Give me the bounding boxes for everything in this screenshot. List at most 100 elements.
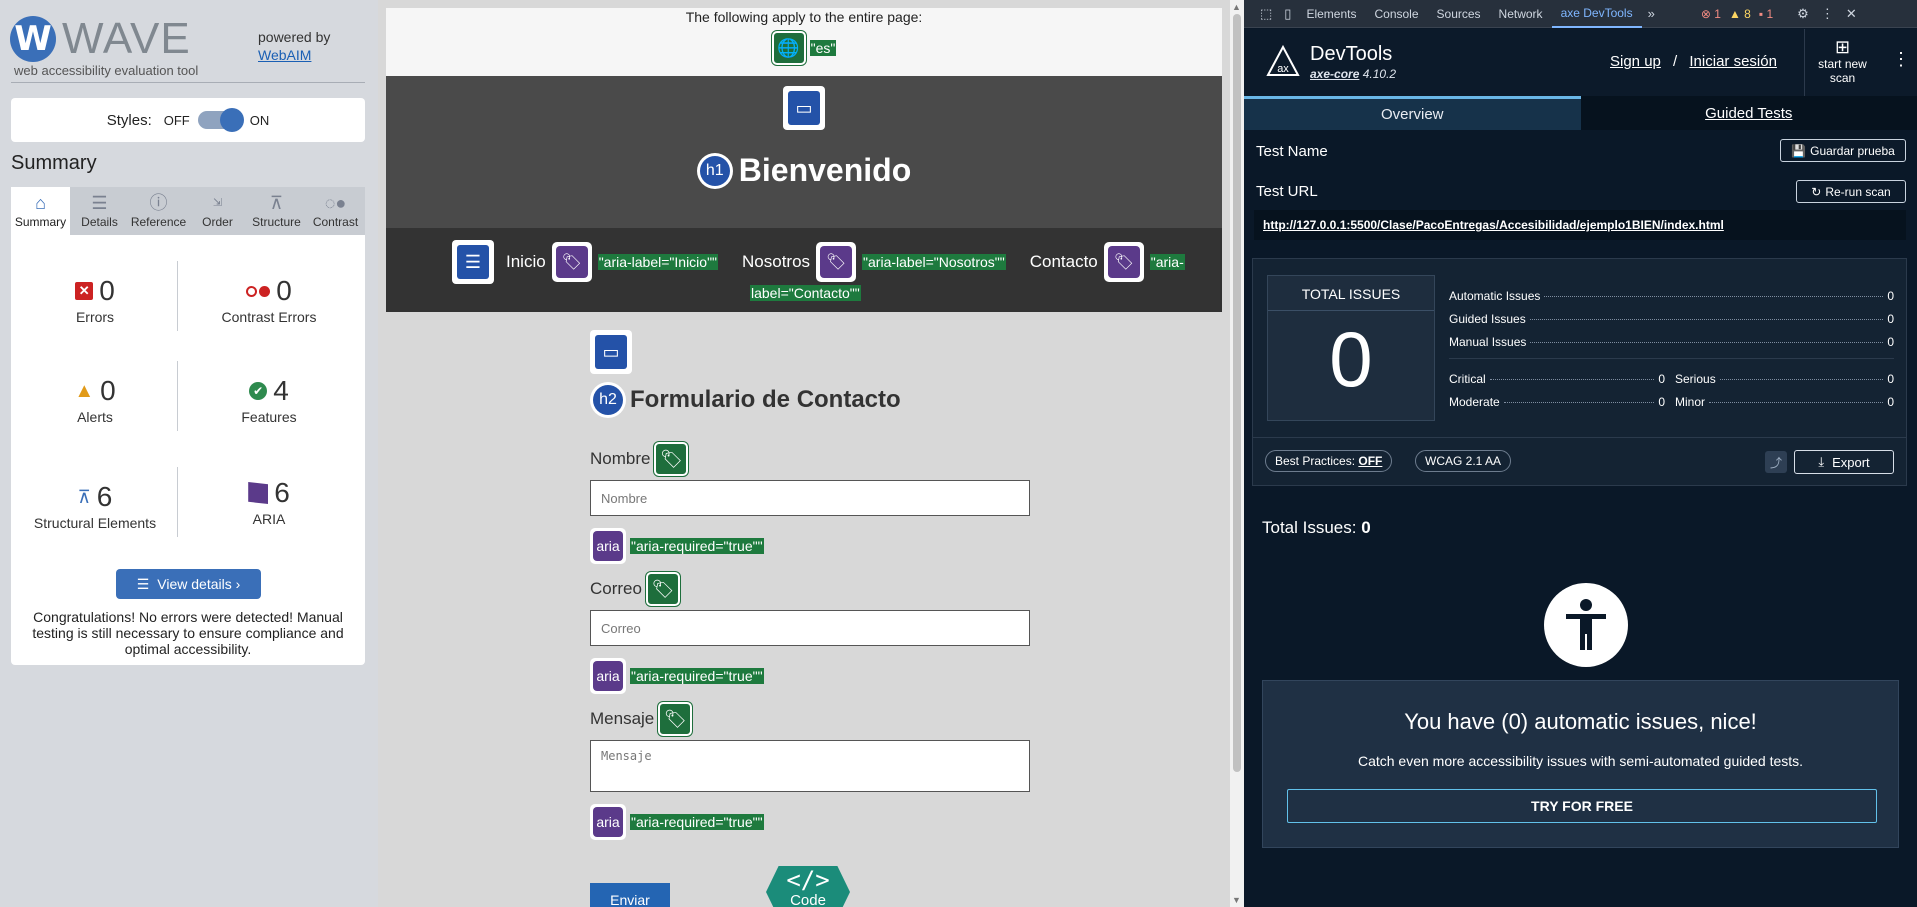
tab-label: Structure (252, 215, 301, 229)
guided-issues-row[interactable]: Guided Issues 0 (1449, 312, 1894, 326)
structure-icon: ⊼ (269, 193, 284, 213)
aria-stat[interactable]: 6 ARIA (189, 477, 349, 527)
rerun-scan-button[interactable]: ↻ Re-run scan (1796, 180, 1906, 203)
wcag-level-pill[interactable]: WCAG 2.1 AA (1415, 450, 1512, 472)
device-icon[interactable]: ▯ (1278, 6, 1297, 22)
errors-stat[interactable]: ✕ 0 Errors (15, 275, 175, 325)
home-icon: ⌂ (35, 193, 46, 213)
sign-up-link[interactable]: Sign up (1610, 53, 1661, 70)
aria-icon[interactable]: aria (590, 658, 626, 694)
tab-elements[interactable]: Elements (1297, 0, 1365, 28)
moderate-row[interactable]: Moderate 0 (1449, 395, 1665, 409)
tab-order[interactable]: ⇲ Order (188, 187, 247, 235)
best-practices-toggle[interactable]: Best Practices: OFF (1265, 450, 1393, 472)
export-button[interactable]: ⤓ Export (1794, 450, 1894, 474)
toggle-knob (219, 108, 244, 132)
serious-row[interactable]: Serious 0 (1675, 372, 1894, 386)
powered-by: powered by WebAIM (258, 28, 330, 64)
critical-row[interactable]: Critical 0 (1449, 372, 1665, 386)
h2-icon[interactable]: h2 (590, 382, 626, 418)
automatic-issues-row[interactable]: Automatic Issues 0 (1449, 289, 1894, 303)
close-icon[interactable]: ✕ (1840, 6, 1863, 22)
aria-label-icon[interactable]: 🏷 (551, 242, 592, 282)
summary-panel: ✕ 0 Errors 0 Contrast Errors ▲ 0 Alerts ✔ 4… (11, 235, 365, 665)
try-for-free-button[interactable]: TRY FOR FREE (1287, 789, 1877, 823)
share-icon[interactable]: ⤴ (1765, 451, 1787, 473)
tab-contrast[interactable]: ◌● Contrast (306, 187, 365, 235)
label-icon[interactable]: 🏷 (645, 572, 680, 606)
lang-value: "es" (809, 40, 837, 56)
alerts-count: 0 (100, 375, 116, 406)
tab-label: Reference (130, 215, 187, 229)
tab-structure[interactable]: ⊼ Structure (247, 187, 306, 235)
wave-logo-word: WAVE (62, 14, 191, 63)
structural-stat[interactable]: ⊼ 6 Structural Elements (15, 481, 175, 531)
aria-icon[interactable]: aria (590, 804, 626, 840)
code-toggle-button[interactable]: </> Code (766, 866, 850, 907)
nombre-input[interactable]: Nombre (590, 480, 1030, 516)
tab-guided-tests[interactable]: Guided Tests (1580, 96, 1917, 130)
tab-summary[interactable]: ⌂ Summary (11, 187, 70, 235)
styles-toggle[interactable] (197, 108, 244, 132)
correo-input[interactable]: Correo (590, 610, 1030, 646)
contrast-errors-stat[interactable]: 0 Contrast Errors (189, 275, 349, 325)
label-icon[interactable]: 🏷 (654, 442, 689, 476)
alerts-label: Alerts (77, 409, 113, 425)
tab-console[interactable]: Console (1365, 0, 1427, 28)
wave-logo-mark: W (10, 16, 56, 62)
features-stat[interactable]: ✔ 4 Features (189, 375, 349, 425)
mensaje-textarea[interactable]: Mensaje (590, 740, 1030, 792)
tab-reference[interactable]: ⓘ Reference (129, 187, 188, 235)
axe-menu-icon[interactable]: ⋮ (1892, 49, 1910, 70)
aria-required-text: "aria-required="true"" (630, 814, 764, 830)
tab-axe-devtools[interactable]: axe DevTools (1551, 0, 1642, 28)
aria-label-icon[interactable]: 🏷 (816, 242, 857, 282)
auth-separator: / (1673, 53, 1678, 70)
login-link[interactable]: Iniciar sesión (1689, 53, 1777, 70)
save-test-button[interactable]: 💾 Guardar prueba (1780, 139, 1906, 162)
alert-icon: ▲ (74, 379, 95, 402)
view-details-button[interactable]: ☰ View details › (116, 569, 261, 599)
tab-sources[interactable]: Sources (1428, 0, 1490, 28)
manual-issues-row[interactable]: Manual Issues 0 (1449, 335, 1894, 349)
axe-view-tabs: Overview Guided Tests (1244, 96, 1917, 130)
tab-network[interactable]: Network (1490, 0, 1552, 28)
scroll-up-icon[interactable]: ▲ (1232, 2, 1241, 12)
alerts-stat[interactable]: ▲ 0 Alerts (15, 375, 175, 425)
list-icon: ☰ (136, 575, 150, 592)
webaim-link[interactable]: WebAIM (258, 47, 311, 63)
wave-logo[interactable]: W WAVE (10, 14, 191, 64)
warning-counter: ▲ 8 (1728, 6, 1751, 21)
settings-gear-icon[interactable]: ⚙ (1791, 6, 1815, 22)
kebab-menu-icon[interactable]: ⋮ (1815, 6, 1840, 22)
form-heading: Formulario de Contacto (630, 386, 901, 413)
scroll-thumb[interactable] (1233, 14, 1241, 772)
test-url-link[interactable]: http://127.0.0.1:5500/Clase/PacoEntregas… (1254, 210, 1906, 240)
nav-link-nosotros[interactable]: Nosotros (742, 252, 810, 272)
refresh-icon: ↻ (1811, 184, 1822, 199)
scroll-down-icon[interactable]: ▼ (1232, 895, 1241, 905)
nav-region: ☰ Inicio 🏷 "aria-label="Inicio"" Nosotro… (386, 228, 1222, 312)
nav-link-inicio[interactable]: Inicio (506, 252, 546, 272)
issue-counters[interactable]: ⊗ 1 ▲ 8 ▪ 1 (1701, 7, 1773, 21)
enviar-button[interactable]: Enviar (590, 883, 670, 907)
start-new-scan-button[interactable]: ⊞ start new scan (1804, 29, 1880, 96)
header-landmark-icon[interactable]: ▭ (783, 86, 825, 130)
axe-header: ax DevTools axe-core 4.10.2 Sign up / In… (1244, 29, 1917, 96)
globe-icon[interactable]: 🌐 (771, 31, 806, 65)
inspect-icon[interactable]: ⬚ (1254, 6, 1278, 22)
label-icon[interactable]: 🏷 (658, 702, 693, 736)
tab-details[interactable]: ☰ Details (70, 187, 129, 235)
view-details-label: View details › (157, 576, 241, 592)
minor-row[interactable]: Minor 0 (1675, 395, 1894, 409)
aria-label-icon[interactable]: 🏷 (1103, 242, 1144, 282)
tab-overview[interactable]: Overview (1244, 96, 1581, 130)
warning-icon: ▲ (1728, 6, 1741, 21)
h1-icon[interactable]: h1 (696, 152, 733, 189)
nav-landmark-icon[interactable]: ☰ (452, 240, 494, 284)
aria-icon[interactable]: aria (590, 528, 626, 564)
main-landmark-icon[interactable]: ▭ (590, 330, 632, 374)
page-scrollbar[interactable]: ▲ ▼ (1230, 0, 1244, 907)
nav-link-contacto[interactable]: Contacto (1030, 252, 1098, 272)
more-tabs-icon[interactable]: » (1642, 6, 1661, 21)
